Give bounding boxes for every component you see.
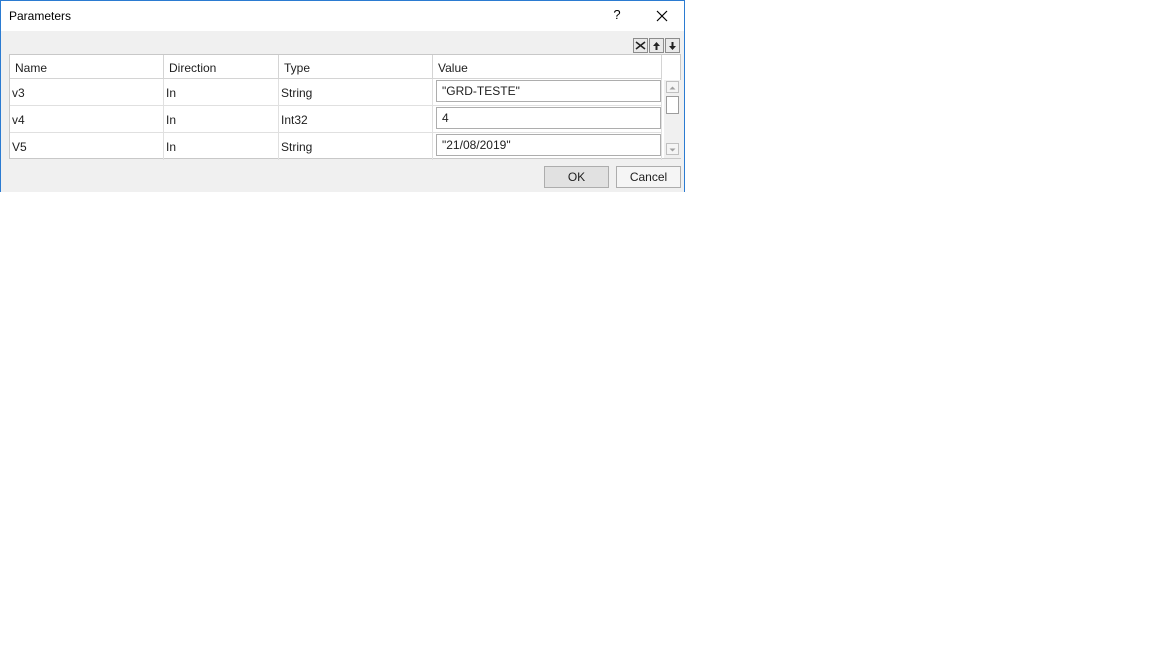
title-bar: Parameters ? (1, 0, 684, 31)
value-input[interactable]: 4 (436, 107, 661, 129)
type-cell[interactable]: String (279, 79, 433, 106)
grid-scrollbar[interactable] (664, 80, 681, 158)
column-header-direction[interactable]: Direction (164, 55, 279, 79)
scroll-up-button[interactable] (666, 81, 679, 93)
value-input[interactable]: "GRD-TESTE" (436, 80, 661, 102)
direction-cell[interactable]: In (164, 106, 279, 133)
grid-toolbar (632, 38, 680, 53)
triangle-down-icon (669, 148, 676, 152)
ok-button[interactable]: OK (544, 166, 609, 188)
parameters-dialog: Parameters ? Name Direction Type Value v… (0, 0, 685, 192)
dialog-title: Parameters (9, 9, 72, 23)
delete-button[interactable] (633, 38, 648, 53)
triangle-up-icon (669, 86, 676, 90)
type-cell[interactable]: String (279, 133, 433, 160)
arrow-up-icon (653, 41, 660, 50)
move-down-button[interactable] (665, 38, 680, 53)
parameters-grid: Name Direction Type Value v3 In String "… (9, 54, 681, 160)
delete-icon (635, 41, 646, 50)
arrow-down-icon (669, 41, 676, 50)
name-cell: v4 (10, 106, 164, 133)
column-header-value[interactable]: Value (433, 55, 662, 79)
direction-cell[interactable]: In (164, 79, 279, 106)
direction-cell[interactable]: In (164, 133, 279, 160)
column-header-name[interactable]: Name (10, 55, 164, 79)
scroll-down-button[interactable] (666, 143, 679, 155)
table-row[interactable]: v4 In Int32 4 (10, 106, 662, 133)
table-row[interactable]: v3 In String "GRD-TESTE" (10, 79, 662, 106)
table-row[interactable]: V5 In String "21/08/2019" (10, 133, 662, 160)
type-cell[interactable]: Int32 (279, 106, 433, 133)
close-icon (656, 10, 668, 22)
column-header-type[interactable]: Type (279, 55, 433, 79)
close-button[interactable] (640, 1, 684, 31)
value-input[interactable]: "21/08/2019" (436, 134, 661, 156)
name-cell: V5 (10, 133, 164, 160)
name-cell: v3 (10, 79, 164, 106)
scroll-thumb[interactable] (666, 96, 679, 114)
move-up-button[interactable] (649, 38, 664, 53)
help-button[interactable]: ? (595, 1, 639, 31)
cancel-button[interactable]: Cancel (616, 166, 681, 188)
